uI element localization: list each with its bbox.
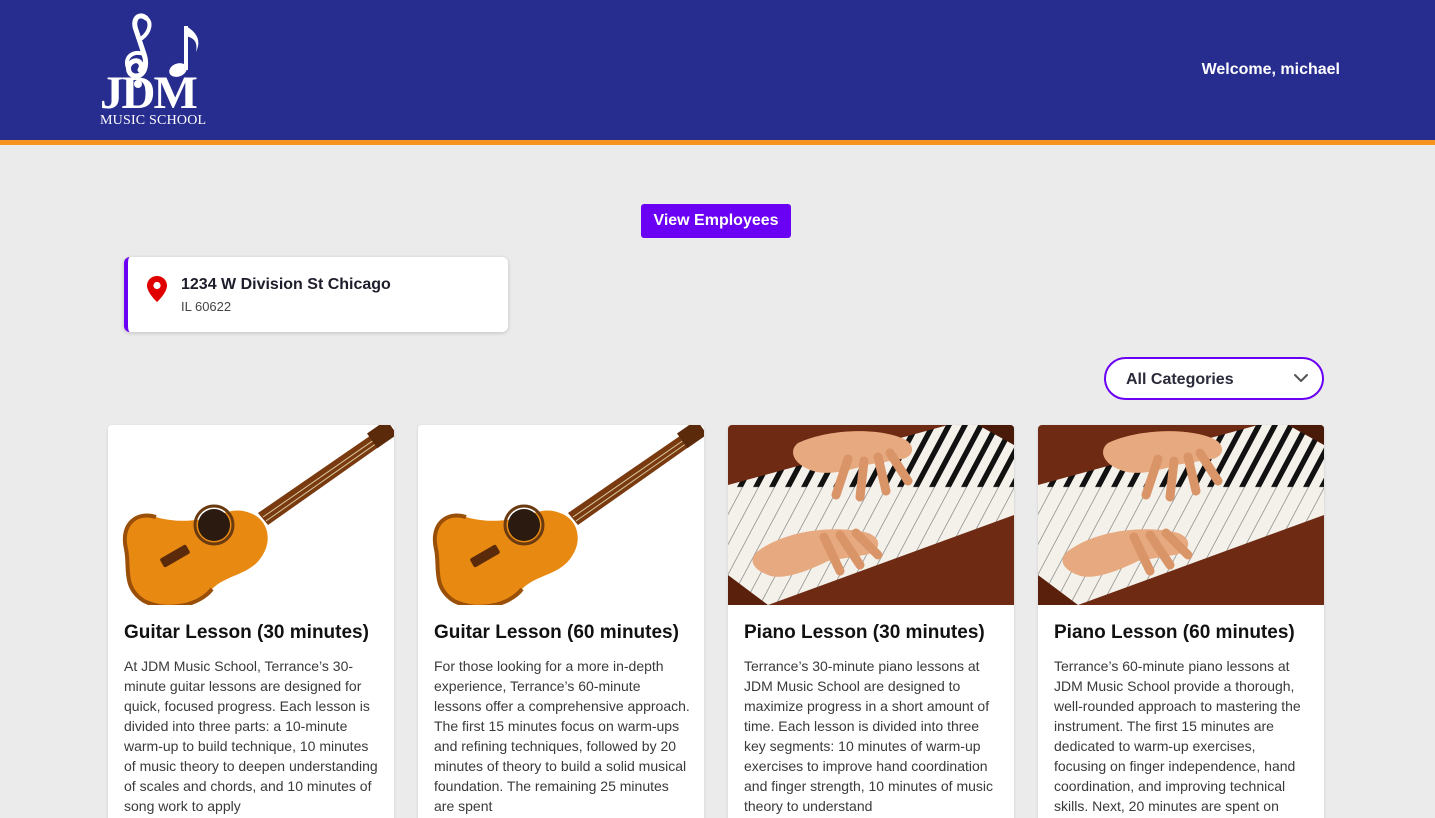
category-select[interactable]: All Categories [1104,357,1324,400]
lesson-description: At JDM Music School, Terrance’s 30-minut… [124,658,378,814]
address-state-zip: IL 60622 [181,299,232,314]
header-accent-stripe [0,140,1435,145]
lesson-description: Terrance’s 60-minute piano lessons at JD… [1054,658,1301,814]
header-bar: JDM MUSIC SCHOOL Welcome, michael [0,0,1435,140]
chevron-down-icon [1294,374,1308,382]
acoustic-guitar-photo [418,425,704,605]
school-logo[interactable]: JDM MUSIC SCHOOL [98,10,218,130]
piano-hands-photo [728,425,1014,605]
location-card: 1234 W Division St Chicago IL 60622 [124,257,508,332]
category-select-value: All Categories [1126,371,1234,388]
view-employees-button[interactable]: View Employees [641,204,791,238]
logo-subtitle: MUSIC SCHOOL [100,113,207,128]
logo-wordmark: JDM [100,67,198,119]
lesson-title: Piano Lesson (60 minutes) [1054,622,1295,643]
lesson-title: Piano Lesson (30 minutes) [744,622,985,643]
lesson-description: For those looking for a more in-depth ex… [434,658,690,814]
lesson-description: Terrance’s 30-minute piano lessons at JD… [744,658,994,814]
lesson-card-guitar-30[interactable]: Guitar Lesson (30 minutes) At JDM Music … [108,425,394,818]
lesson-card-guitar-60[interactable]: Guitar Lesson (60 minutes) For those loo… [418,425,704,818]
lesson-card-piano-60[interactable]: Piano Lesson (60 minutes) Terrance’s 60-… [1038,425,1324,818]
lesson-title: Guitar Lesson (60 minutes) [434,622,679,643]
piano-hands-photo [1038,425,1324,605]
welcome-message: Welcome, michael [1201,61,1340,78]
acoustic-guitar-photo [108,425,394,605]
address-street: 1234 W Division St Chicago [181,276,391,293]
lesson-title: Guitar Lesson (30 minutes) [124,622,369,643]
map-pin-icon [147,276,167,302]
lesson-card-piano-30[interactable]: Piano Lesson (30 minutes) Terrance’s 30-… [728,425,1014,818]
